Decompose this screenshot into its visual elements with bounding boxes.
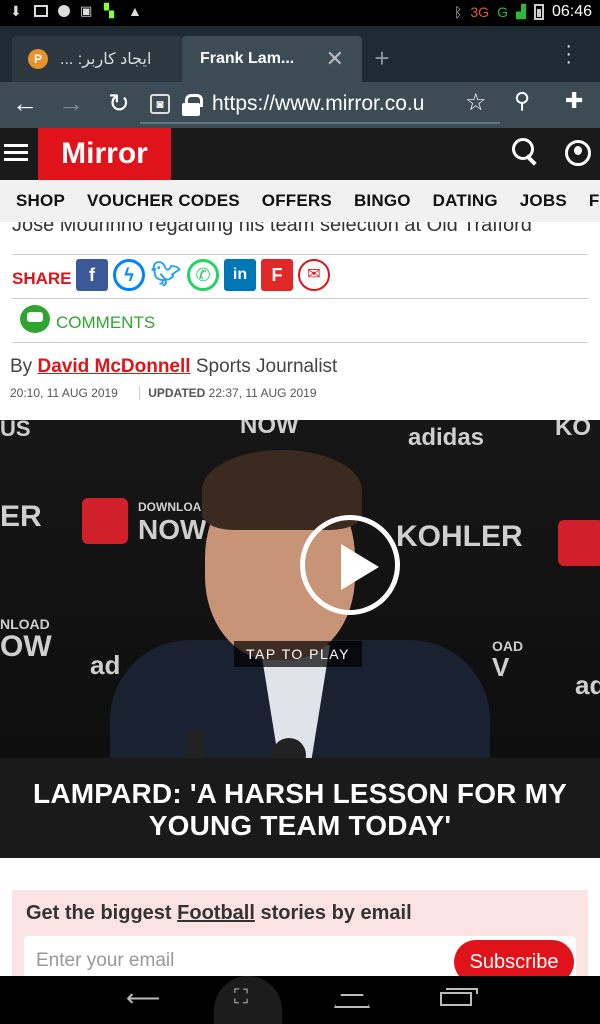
nav-item-offers[interactable]: OFFERS: [262, 191, 332, 211]
warning-icon: ▲: [128, 3, 142, 19]
play-icon[interactable]: [300, 515, 400, 615]
tab-active[interactable]: Frank Lam... ✕: [182, 36, 362, 82]
newsletter-signup: Get the biggest Football stories by emai…: [12, 890, 588, 976]
whatsapp-icon[interactable]: ✆: [187, 259, 219, 291]
site-search-icon[interactable]: [512, 138, 540, 166]
updated-date: 22:37, 11 AUG 2019: [208, 386, 317, 400]
microphone-icon: [186, 730, 204, 758]
newsletter-title: Get the biggest Football stories by emai…: [26, 902, 412, 925]
address-underline: [140, 122, 500, 124]
tab-title: ایجاد کاربر: ...: [60, 51, 152, 68]
overflow-menu-icon[interactable]: · · ·: [565, 36, 572, 72]
signal-type: G: [497, 4, 508, 20]
bookmark-icon[interactable]: ✚: [565, 88, 583, 114]
reload-icon[interactable]: ↻: [108, 88, 130, 119]
newsletter-form: Subscribe: [24, 936, 576, 976]
forward-arrow-icon[interactable]: →: [58, 88, 84, 119]
nav-item-shop[interactable]: SHOP: [16, 191, 65, 211]
nav-item-funerals[interactable]: FUNERAL: [589, 191, 600, 211]
backdrop-text: KO: [555, 420, 591, 441]
nav-item-dating[interactable]: DATING: [433, 191, 498, 211]
twitter-icon[interactable]: 🐦︎: [150, 259, 182, 291]
download-icon: ⬇: [10, 3, 22, 19]
speaker-figure: [110, 440, 490, 758]
site-info-icon[interactable]: ◙: [150, 94, 170, 114]
tab-title: Frank Lam...: [200, 50, 295, 67]
author-link[interactable]: David McDonnell: [37, 356, 190, 377]
section-nav: SHOP VOUCHER CODES OFFERS BINGO DATING J…: [0, 180, 600, 222]
bluetooth-icon: ᛒ: [453, 4, 463, 20]
site-header: Mirror: [0, 128, 600, 180]
signal-icon: ▟: [515, 4, 526, 19]
share-label: SHARE: [12, 269, 72, 288]
chat-icon: [58, 5, 70, 17]
notification-icons: ⬇ ▣ ▚ ▲: [10, 3, 142, 19]
video-caption: LAMPARD: 'A HARSH LESSON FOR MY YOUNG TE…: [0, 758, 600, 858]
backdrop-text: OW: [0, 630, 52, 663]
clock: 06:46: [551, 3, 592, 20]
wifi-icon: ▣: [80, 3, 93, 18]
linkedin-icon[interactable]: in: [224, 259, 256, 291]
favicon-icon: P: [28, 49, 48, 69]
article-dates: 20:10, 11 AUG 2019 UPDATED 22:37, 11 AUG…: [10, 386, 317, 400]
site-logo[interactable]: Mirror: [38, 128, 171, 180]
url-field[interactable]: https://www.mirror.co.u: [212, 92, 424, 116]
comments-bar[interactable]: COMMENTS: [12, 298, 588, 343]
user-account-icon[interactable]: [565, 140, 591, 166]
email-icon[interactable]: ✉: [298, 259, 330, 291]
close-tab-icon[interactable]: ✕: [326, 46, 344, 72]
screenshot-button[interactable]: [214, 976, 282, 1024]
back-icon[interactable]: ⟵: [126, 984, 160, 1013]
newsletter-topic-link[interactable]: Football: [177, 902, 255, 924]
nav-item-voucher-codes[interactable]: VOUCHER CODES: [87, 191, 240, 211]
browser-tab-strip: P ایجاد کاربر: ... Frank Lam... ✕ + · · ·: [0, 26, 600, 82]
backdrop-text: ER: [0, 500, 42, 533]
network-type: 3G: [470, 4, 490, 20]
article-standfirst: Jose Mourinho regarding his team selecti…: [12, 222, 532, 236]
recent-apps-icon[interactable]: [440, 988, 478, 1006]
search-icon[interactable]: ⚲: [514, 88, 530, 114]
battery-icon: [533, 4, 544, 20]
backdrop-text: ad: [575, 670, 600, 700]
author-role: Sports Journalist: [195, 356, 338, 377]
article-header: Jose Mourinho regarding his team selecti…: [0, 222, 600, 420]
email-field[interactable]: [24, 936, 444, 976]
subscribe-button[interactable]: Subscribe: [454, 940, 574, 976]
flipboard-icon[interactable]: F: [261, 259, 293, 291]
nav-item-jobs[interactable]: JOBS: [520, 191, 567, 211]
video-player[interactable]: US NOW adidas KO ER DOWNLOAD NOW KOHLER …: [0, 420, 600, 758]
backdrop-text: V: [492, 652, 510, 682]
status-right: ᛒ 3G G ▟ 06:46: [454, 3, 592, 21]
share-bar: SHARE f ϟ 🐦︎ ✆ in F ✉: [12, 254, 588, 299]
nav-item-bingo[interactable]: BINGO: [354, 191, 411, 211]
screenshot-icon: ⛶: [234, 986, 248, 1008]
address-bar: ← → ↻ ◙ https://www.mirror.co.u ☆ ⚲ ✚: [0, 82, 600, 128]
backdrop-text: NOW: [240, 420, 299, 439]
lock-icon: [182, 94, 203, 116]
app-icon: ▚: [104, 3, 114, 18]
backdrop-text: US: [0, 420, 31, 441]
share-icons: f ϟ 🐦︎ ✆ in F ✉: [76, 259, 330, 291]
home-icon[interactable]: [334, 994, 370, 1008]
byline: By David McDonnell Sports Journalist: [10, 356, 337, 378]
new-tab-button[interactable]: +: [362, 36, 402, 82]
byline-prefix: By: [10, 356, 33, 377]
messenger-icon[interactable]: ϟ: [113, 259, 145, 291]
star-icon[interactable]: ☆: [465, 88, 487, 117]
system-nav-bar: ⟵ ⛶: [0, 976, 600, 1024]
back-arrow-icon[interactable]: ←: [12, 88, 38, 119]
newsletter-title-suffix: stories by email: [260, 902, 412, 924]
newsletter-title-prefix: Get the biggest: [26, 902, 172, 924]
facebook-icon[interactable]: f: [76, 259, 108, 291]
updated-label: UPDATED: [139, 386, 206, 400]
status-bar: ⬇ ▣ ▚ ▲ ᛒ 3G G ▟ 06:46: [0, 0, 600, 26]
comments-link[interactable]: COMMENTS: [56, 313, 155, 333]
hamburger-menu-icon[interactable]: [4, 144, 28, 165]
tab-inactive[interactable]: P ایجاد کاربر: ...: [12, 36, 182, 82]
tap-to-play-label[interactable]: TAP TO PLAY: [234, 641, 362, 667]
comment-bubble-icon: [20, 305, 50, 333]
crest-icon: [558, 520, 600, 566]
image-icon: [34, 5, 48, 17]
published-date: 20:10, 11 AUG 2019: [10, 386, 118, 400]
